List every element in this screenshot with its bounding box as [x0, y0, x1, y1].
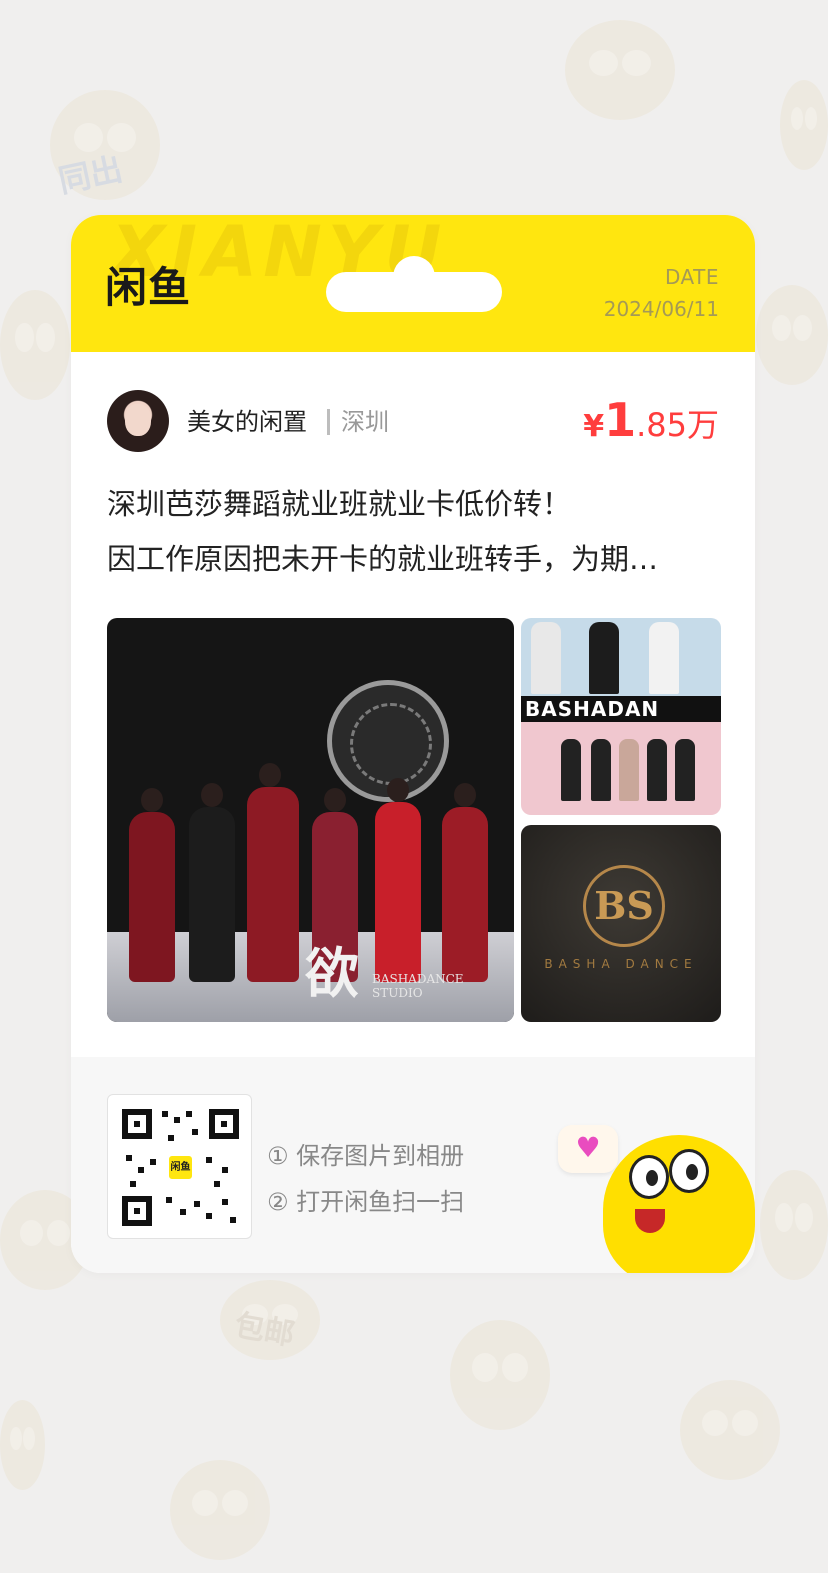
xianyu-logo: 闲鱼: [105, 263, 195, 313]
item-description: 深圳芭莎舞蹈就业班就业卡低价转！ 因工作原因把未开卡的就业班转手，为期…: [107, 477, 719, 587]
card-notch: [326, 256, 502, 312]
qr-finder: [122, 1196, 152, 1226]
qr-module: [166, 1197, 172, 1203]
description-line: 因工作原因把未开卡的就业班转手，为期…: [107, 542, 659, 576]
photo-caption-sub: BASHADANCE STUDIO: [372, 972, 464, 1000]
qr-module: [168, 1135, 174, 1141]
date-label: DATE: [664, 265, 719, 289]
seller-city: 深圳: [341, 408, 389, 436]
mascot-eye: [669, 1149, 709, 1193]
qr-module: [126, 1155, 132, 1161]
price-currency: ¥: [583, 409, 605, 444]
qr-module: [130, 1181, 136, 1187]
qr-module: [222, 1167, 228, 1173]
background-mascot-decoration: [170, 1460, 270, 1560]
dancer-figure: [591, 739, 611, 801]
qr-module: [214, 1181, 220, 1187]
poster-figure: [649, 622, 679, 694]
dancer-figure: [647, 739, 667, 801]
qr-module: [186, 1111, 192, 1117]
qr-module: [206, 1157, 212, 1163]
poster-figure: [589, 622, 619, 694]
instruction-step-2: ② 打开闲鱼扫一扫: [267, 1188, 465, 1216]
seller-divider: [327, 409, 330, 435]
dancer-figure: [189, 783, 235, 982]
card-header: XIANYU 闲鱼 DATE 2024/06/11: [71, 215, 755, 352]
side-photo-top[interactable]: BASHADAN: [521, 618, 721, 815]
background-mascot-decoration: [680, 1380, 780, 1480]
qr-code[interactable]: 闲鱼: [107, 1094, 252, 1239]
logo-text: 闲鱼: [105, 263, 192, 312]
qr-finder: [209, 1109, 239, 1139]
seller-name[interactable]: 美女的闲置: [187, 406, 307, 438]
qr-module: [174, 1117, 180, 1123]
seller-row: 美女的闲置 深圳 ¥1.85万: [107, 390, 719, 454]
item-price: ¥1.85万: [583, 392, 719, 459]
dancer-figure: [619, 739, 639, 801]
qr-module: [162, 1111, 168, 1117]
dancer-figure: [561, 739, 581, 801]
instruction-step-1: ① 保存图片到相册: [267, 1142, 465, 1170]
description-line: 深圳芭莎舞蹈就业班就业卡低价转！: [107, 487, 572, 521]
background-mascot-decoration: [450, 1320, 550, 1430]
dancer-figure: [675, 739, 695, 801]
background-mascot-decoration: [780, 80, 828, 170]
dancer-figure: [375, 778, 421, 982]
qr-module: [192, 1129, 198, 1135]
mascot-eye: [629, 1155, 669, 1199]
item-share-card: XIANYU 闲鱼 DATE 2024/06/11 美女的闲置 深圳 ¥1.85…: [71, 215, 755, 1273]
qr-finder: [122, 1109, 152, 1139]
qr-module: [222, 1199, 228, 1205]
qr-module: [150, 1159, 156, 1165]
background-mascot-decoration: [565, 20, 675, 120]
date-value: 2024/06/11: [603, 297, 719, 321]
photo-caption: 欲: [305, 941, 359, 1005]
dancer-figure: [442, 783, 488, 982]
dancer-figure: [247, 763, 299, 982]
qr-pattern: 闲鱼: [122, 1109, 239, 1226]
qr-module: [138, 1167, 144, 1173]
background-mascot-decoration: [0, 290, 70, 400]
qr-module: [230, 1217, 236, 1223]
side-photo-banner: BASHADAN: [521, 696, 721, 722]
main-photo[interactable]: 欲 BASHADANCE STUDIO: [107, 618, 514, 1022]
price-unit: 万: [686, 406, 719, 444]
background-mascot-decoration: [760, 1170, 828, 1280]
brand-text: BASHA DANCE: [544, 957, 698, 971]
qr-module: [194, 1201, 200, 1207]
price-integer: 1: [604, 393, 637, 447]
brand-emblem: BS: [583, 865, 665, 947]
side-photo-bottom[interactable]: BS BASHA DANCE: [521, 825, 721, 1022]
qr-module: [180, 1209, 186, 1215]
qr-center-logo: 闲鱼: [166, 1153, 195, 1182]
background-mascot-decoration: [0, 1400, 45, 1490]
card-footer: 闲鱼 ① 保存图片到相册 ② 打开闲鱼扫一扫 ♥: [71, 1057, 755, 1273]
price-decimal: .85: [636, 406, 687, 444]
background-mascot-decoration: [756, 285, 828, 385]
qr-module: [206, 1213, 212, 1219]
poster-figure: [531, 622, 561, 694]
dancer-figure: [129, 788, 175, 982]
yellow-fish-mascot: [603, 1135, 755, 1273]
seller-avatar[interactable]: [107, 390, 169, 452]
